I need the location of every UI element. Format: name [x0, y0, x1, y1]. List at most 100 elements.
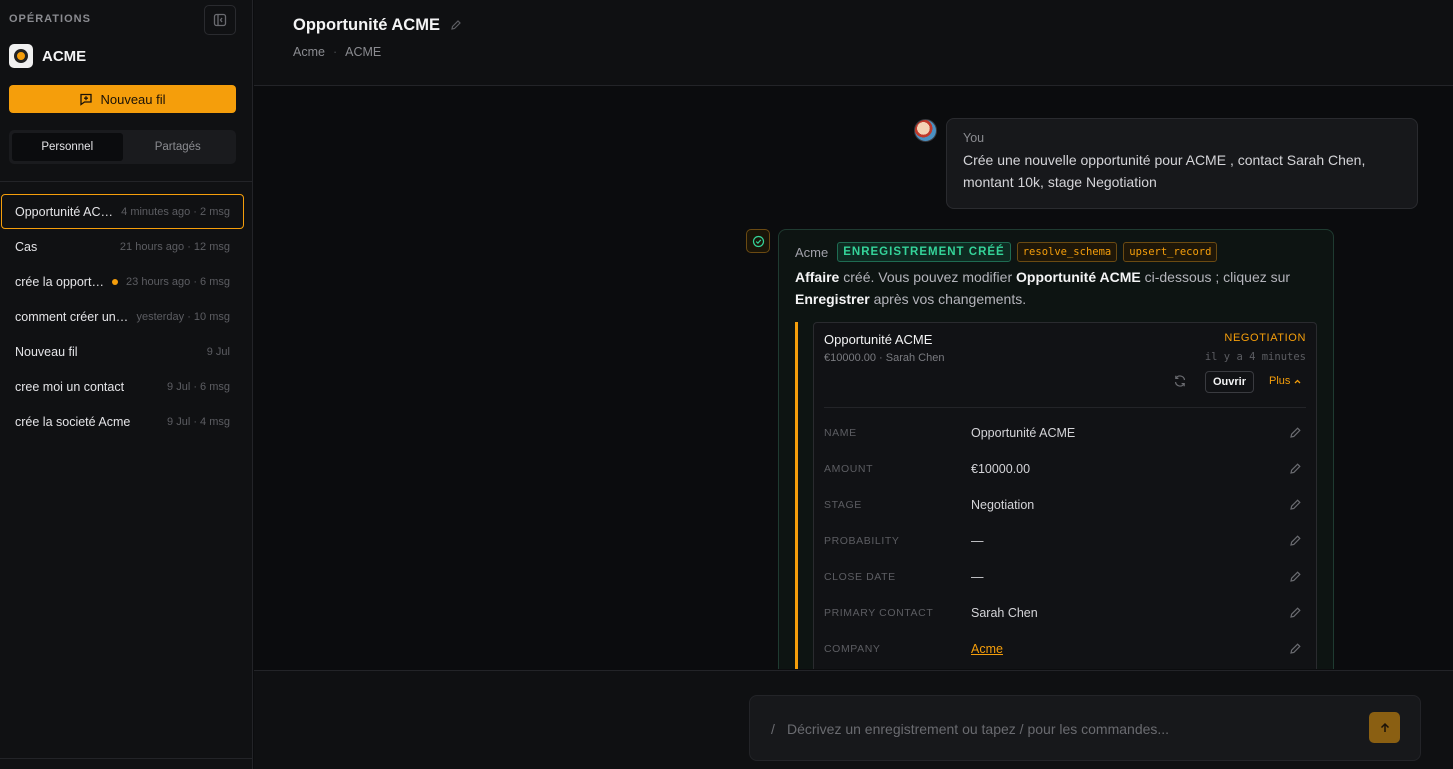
field-value: Negotiation: [971, 498, 1035, 512]
thread-item[interactable]: cree moi un contact 9 Jul · 6 msg: [1, 369, 244, 404]
pencil-icon[interactable]: [1289, 534, 1302, 547]
field-value: Opportunité ACME: [971, 426, 1076, 440]
record-card: Opportunité ACME NEGOTIATION €10000.00 ·…: [813, 322, 1317, 669]
thread-item[interactable]: comment créer un cas yesterday · 10 msg: [1, 299, 244, 334]
field-value: —: [971, 570, 984, 584]
thread-title: Opportunité ACME: [15, 204, 114, 219]
more-toggle[interactable]: Plus: [1269, 375, 1302, 387]
message-fragment: ci-dessous ; cliquez sur: [1140, 269, 1291, 285]
field-row-close-date: CLOSE DATE —: [824, 559, 1306, 595]
tab-partages[interactable]: Partagés: [123, 133, 234, 161]
record-divider: [824, 407, 1306, 408]
assistant-message-header: Acme ENREGISTREMENT CRÉÉ resolve_schema …: [795, 242, 1218, 262]
tool-badge: resolve_schema: [1016, 242, 1118, 262]
conversation: You Crée une nouvelle opportunité pour A…: [254, 87, 1453, 669]
sidebar: OPÉRATIONS ACME Nouveau fil Personnel Pa…: [0, 0, 253, 769]
thread-meta: 4 minutes ago · 2 msg: [121, 205, 230, 218]
thread-title: comment créer un cas: [15, 309, 129, 324]
record-subtitle: €10000.00 · Sarah Chen: [824, 352, 945, 364]
record-created-badge: ENREGISTREMENT CRÉÉ: [837, 242, 1011, 262]
collapse-sidebar-button[interactable]: [204, 5, 236, 35]
field-label: STAGE: [824, 499, 862, 511]
thread-header: Opportunité ACME Acme · ACME: [254, 0, 1453, 86]
message-text: Crée une nouvelle opportunité pour ACME …: [963, 152, 1366, 190]
pencil-icon[interactable]: [1289, 498, 1302, 511]
arrow-up-icon: [1380, 722, 1389, 732]
thread-list: Opportunité ACME 4 minutes ago · 2 msg C…: [1, 194, 244, 439]
field-row-probability: PROBABILITY —: [824, 523, 1306, 559]
breadcrumb-item[interactable]: ACME: [345, 45, 381, 59]
thread-title: Cas: [15, 239, 38, 254]
sidebar-footer-divider: [0, 758, 253, 759]
breadcrumb: Acme · ACME: [293, 45, 381, 59]
thread-title: crée la societé Acme: [15, 414, 131, 429]
assistant-message: Acme ENREGISTREMENT CRÉÉ resolve_schema …: [778, 229, 1334, 669]
record-fields: NAME Opportunité ACME AMOUNT €10000.00 S…: [824, 415, 1306, 667]
pencil-icon[interactable]: [450, 19, 462, 31]
pencil-icon[interactable]: [1289, 642, 1302, 655]
thread-meta: 21 hours ago · 12 msg: [119, 240, 230, 253]
message-fragment: après vos changements.: [869, 291, 1027, 307]
field-value: Sarah Chen: [971, 606, 1038, 620]
composer: /: [749, 695, 1421, 761]
thread-scope-tabs: Personnel Partagés: [9, 130, 236, 164]
field-label: PROBABILITY: [824, 535, 900, 547]
message-input[interactable]: [787, 717, 1357, 741]
check-circle-icon: [746, 229, 770, 253]
sidebar-toggle-icon: [213, 13, 227, 27]
new-thread-label: Nouveau fil: [100, 91, 166, 107]
breadcrumb-separator: ·: [332, 45, 338, 59]
thread-item[interactable]: crée la opportunité 23 hours ago · 6 msg: [1, 264, 244, 299]
field-value: —: [971, 534, 984, 548]
workspace-section-label: OPÉRATIONS: [9, 13, 91, 25]
record-updated-time: il y a 4 minutes: [1204, 351, 1306, 363]
breadcrumb-item[interactable]: Acme: [293, 45, 325, 59]
tool-badge: upsert_record: [1123, 242, 1218, 262]
refresh-icon[interactable]: [1173, 374, 1187, 388]
pencil-icon[interactable]: [1289, 606, 1302, 619]
workspace-brand[interactable]: ACME: [9, 44, 86, 68]
new-thread-button[interactable]: Nouveau fil: [9, 85, 236, 113]
field-label: AMOUNT: [824, 463, 874, 475]
sidebar-divider: [0, 181, 253, 182]
message-fragment: créé. Vous pouvez modifier: [839, 269, 1017, 285]
message-author: You: [963, 131, 985, 145]
pencil-icon[interactable]: [1289, 426, 1302, 439]
thread-item[interactable]: Opportunité ACME 4 minutes ago · 2 msg: [1, 194, 244, 229]
field-label: PRIMARY CONTACT: [824, 607, 934, 619]
page-title: Opportunité ACME: [293, 16, 440, 34]
record-accent-rail: [795, 322, 798, 669]
message-source: Acme: [795, 244, 829, 260]
thread-item[interactable]: Cas 21 hours ago · 12 msg: [1, 229, 244, 264]
unread-dot-icon: [112, 278, 119, 285]
more-label: Plus: [1269, 375, 1291, 387]
field-label: NAME: [824, 427, 857, 439]
field-row-stage: STAGE Negotiation: [824, 487, 1306, 523]
thread-title: Nouveau fil: [15, 344, 78, 359]
company-link[interactable]: Acme: [971, 642, 1003, 656]
thread-title: cree moi un contact: [15, 379, 125, 394]
send-button[interactable]: [1369, 712, 1400, 743]
pencil-icon[interactable]: [1289, 462, 1302, 475]
thread-item[interactable]: Nouveau fil 9 Jul: [1, 334, 244, 369]
field-value: €10000.00: [971, 462, 1031, 476]
open-record-button[interactable]: Ouvrir: [1205, 371, 1255, 393]
field-row-amount: AMOUNT €10000.00: [824, 451, 1306, 487]
action-name: Enregistrer: [795, 291, 870, 307]
field-row-primary-contact: PRIMARY CONTACT Sarah Chen: [824, 595, 1306, 631]
field-label: CLOSE DATE: [824, 571, 896, 583]
thread-meta: yesterday · 10 msg: [136, 310, 230, 323]
command-prefix: /: [771, 721, 775, 737]
thread-item[interactable]: crée la societé Acme 9 Jul · 4 msg: [1, 404, 244, 439]
field-row-company: COMPANY Acme: [824, 631, 1306, 667]
thread-meta: 23 hours ago · 6 msg: [126, 275, 230, 288]
pencil-icon[interactable]: [1289, 570, 1302, 583]
thread-meta: 9 Jul · 4 msg: [167, 415, 230, 428]
tab-personnel[interactable]: Personnel: [12, 133, 123, 161]
record-name: Opportunité ACME: [1016, 269, 1141, 285]
avatar: [914, 119, 937, 142]
composer-area: /: [254, 670, 1453, 769]
acme-logo-icon: [9, 44, 33, 68]
field-label: COMPANY: [824, 643, 881, 655]
thread-meta: 9 Jul · 6 msg: [167, 380, 230, 393]
